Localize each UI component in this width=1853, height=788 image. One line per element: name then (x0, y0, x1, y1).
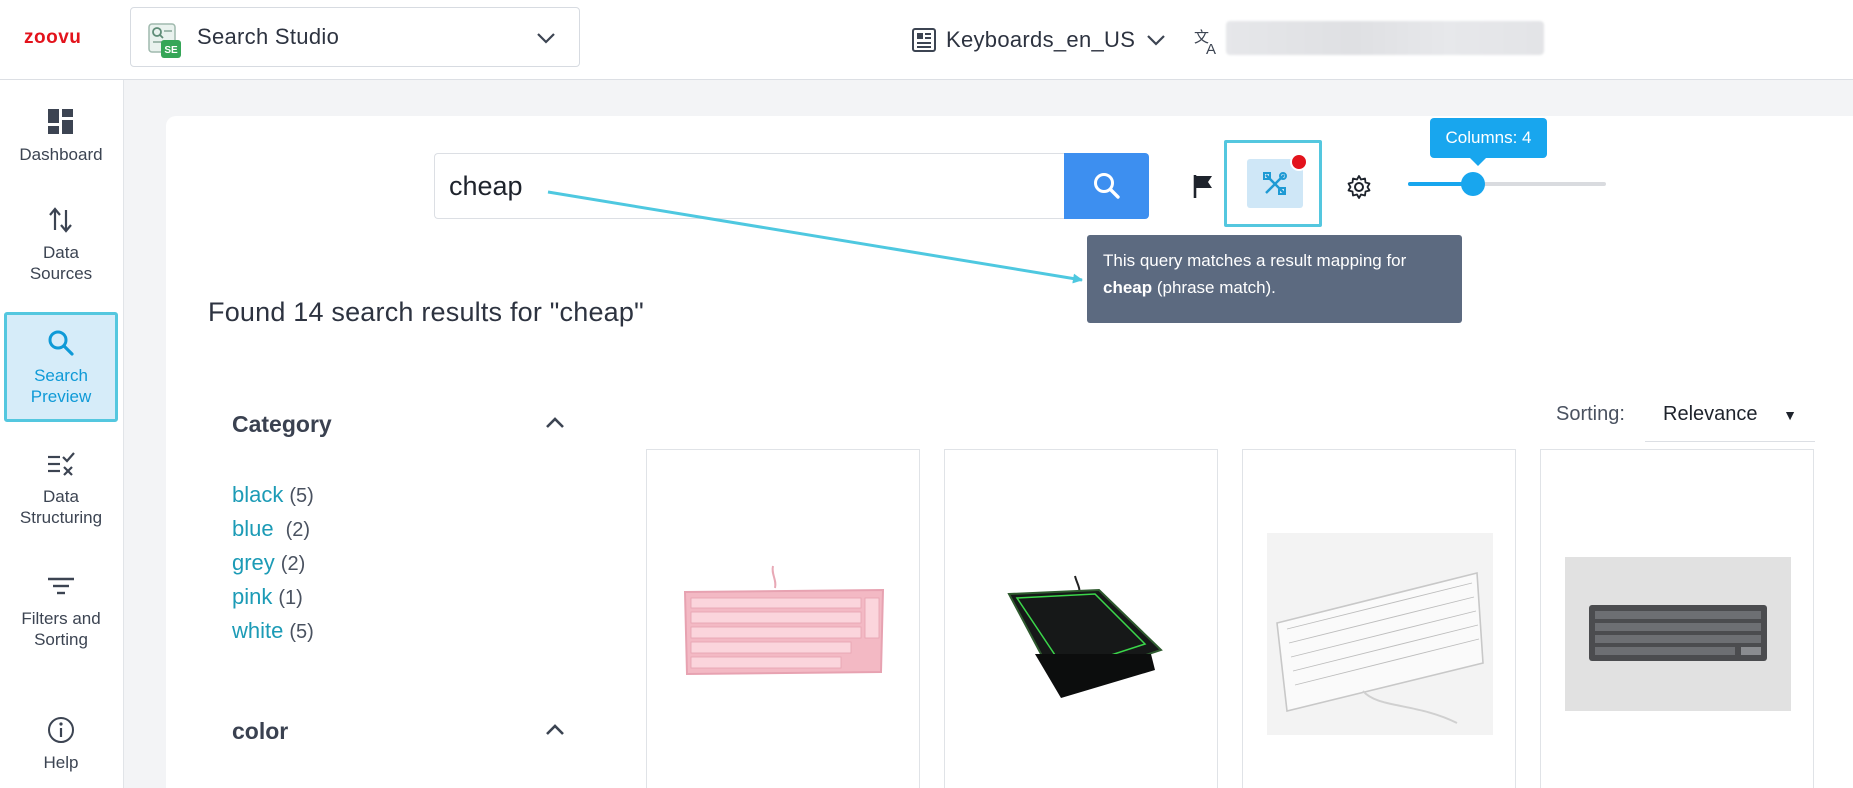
result-mapping-highlight (1224, 140, 1322, 227)
product-card[interactable] (646, 449, 920, 788)
facet-item[interactable]: pink (1) (232, 580, 314, 614)
facet-item[interactable]: grey (2) (232, 546, 314, 580)
data-structuring-icon (48, 452, 75, 476)
tooltip-text: This query matches a result mapping for (1103, 251, 1407, 270)
catalog-name: Keyboards_en_US (946, 27, 1136, 52)
facet-value[interactable]: black (232, 482, 283, 507)
sidebar-item-label: Help (43, 753, 79, 772)
tooltip-term: cheap (1103, 278, 1153, 297)
sorting-label: Sorting: (1556, 403, 1625, 425)
facet-count: (5) (289, 485, 314, 507)
search-input[interactable] (449, 168, 1049, 204)
gear-icon[interactable] (1346, 174, 1372, 200)
sorting-dropdown[interactable]: Relevance ▼ (1645, 392, 1815, 442)
facet-value[interactable]: white (232, 618, 283, 643)
result-mapping-tooltip: This query matches a result mapping for … (1087, 235, 1462, 323)
product-card[interactable] (1242, 449, 1516, 788)
facet-count: (1) (278, 587, 303, 609)
svg-text:A: A (1206, 41, 1216, 56)
sidebar-item-label: Data Sources (29, 243, 93, 283)
facet-list-category: black (5) blue (2) grey (2) pink (1) white (5… (232, 478, 314, 648)
sidebar-item-label: Filters and Sorting (21, 609, 101, 649)
search-studio-icon: SE (148, 23, 181, 58)
user-account-blurred[interactable] (1226, 21, 1544, 55)
svg-text:SE: SE (164, 45, 178, 56)
filter-icon (48, 577, 74, 595)
search-button[interactable] (1064, 153, 1149, 219)
results-count-heading: Found 14 search results for "cheap" (208, 297, 644, 327)
facet-count: (2) (285, 519, 311, 541)
facet-title-category: Category (232, 411, 332, 437)
chevron-up-icon[interactable] (544, 416, 566, 430)
sidebar-item-label: Dashboard (19, 145, 103, 164)
caret-down-icon: ▼ (1783, 407, 1797, 423)
columns-tooltip: Columns: 4 (1430, 118, 1547, 166)
data-sources-icon (49, 207, 72, 233)
search-icon (1093, 173, 1120, 199)
columns-slider[interactable] (1408, 172, 1606, 196)
svg-text:zoovu: zoovu (24, 28, 81, 46)
facet-count: (5) (289, 621, 314, 643)
chevron-up-icon[interactable] (544, 723, 566, 737)
facet-value[interactable]: grey (232, 550, 275, 575)
product-card[interactable] (944, 449, 1218, 788)
product-image-black-green-gaming-keyboard (1007, 575, 1163, 698)
sidebar-item-label: Data Structuring (19, 487, 103, 527)
notification-dot (1290, 153, 1308, 171)
tools-icon (1263, 171, 1287, 195)
facet-count: (2) (280, 553, 306, 575)
tooltip-text-end: (phrase match). (1152, 278, 1276, 297)
flag-icon[interactable] (1189, 172, 1217, 200)
help-icon (48, 717, 74, 743)
sorting-value: Relevance (1663, 403, 1758, 425)
chevron-down-icon (1147, 35, 1165, 46)
search-icon (48, 330, 74, 356)
catalog-icon (912, 28, 936, 52)
sidebar-item-help[interactable]: Help (4, 714, 118, 773)
sidebar-item-data-structuring[interactable]: Data Structuring (4, 448, 118, 528)
chevron-down-icon (537, 33, 555, 44)
catalog-selector[interactable]: Keyboards_en_US (910, 22, 1167, 58)
current-app-name: Search Studio (197, 24, 340, 49)
product-image-grey-keyboard (1565, 557, 1791, 711)
sidebar-item-filters-and-sorting[interactable]: Filters and Sorting (4, 570, 118, 650)
facet-item[interactable]: blue (2) (232, 512, 314, 546)
language-icon[interactable]: 文 A (1193, 26, 1223, 56)
facet-value[interactable]: blue (232, 516, 274, 541)
sidebar-item-dashboard[interactable]: Dashboard (4, 106, 118, 165)
facet-value[interactable]: pink (232, 584, 272, 609)
facet-item[interactable]: black (5) (232, 478, 314, 512)
app-switcher-dropdown[interactable]: SE Search Studio (130, 7, 580, 67)
dashboard-icon (48, 109, 73, 134)
facet-item[interactable]: white (5) (232, 614, 314, 648)
columns-slider-handle[interactable] (1461, 172, 1485, 196)
sidebar-item-search-preview[interactable]: Search Preview (4, 312, 118, 422)
top-bar: zoovu SE Search Studio Keyboards_en_US 文… (0, 0, 1853, 80)
sidebar-item-label: Search Preview (30, 366, 92, 406)
sidebar-item-data-sources[interactable]: Data Sources (4, 204, 118, 284)
search-field[interactable] (434, 153, 1064, 219)
product-image-pink-keyboard (683, 565, 885, 676)
facet-title-color: color (232, 718, 289, 744)
product-image-white-keyboard (1267, 533, 1493, 735)
zoovu-logo[interactable]: zoovu (24, 28, 102, 46)
sidebar-nav: Dashboard Data Sources Search Preview Da… (0, 80, 124, 788)
product-card[interactable] (1540, 449, 1814, 788)
